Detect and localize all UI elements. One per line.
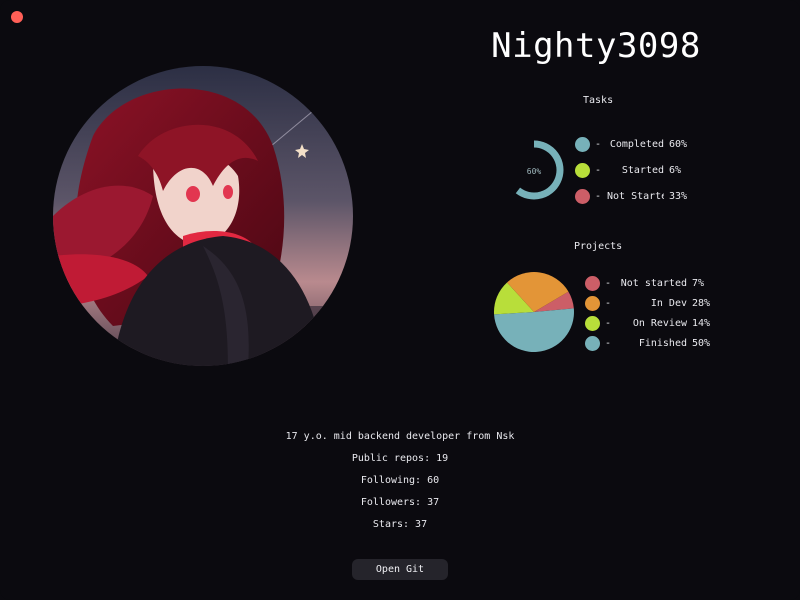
followers-text: Followers: 37 bbox=[360, 497, 440, 508]
legend-swatch bbox=[585, 295, 600, 311]
projects-legend-item-finished: - Finished 50% bbox=[585, 333, 710, 353]
tasks-donut-svg: 60% bbox=[515, 140, 564, 200]
legend-label: Started bbox=[621, 164, 664, 176]
legend-label: In Dev bbox=[650, 297, 687, 309]
projects-legend-item-on-review: - On Review 14% bbox=[585, 313, 710, 333]
projects-legend-item-not-started: - Not started 7% bbox=[585, 273, 710, 293]
legend-label: Not Started bbox=[607, 190, 664, 202]
following-text: Following: 60 bbox=[360, 475, 440, 486]
tasks-legend: - Completed 60% - Started 6% - Not Start… bbox=[575, 131, 687, 209]
projects-legend: - Not started 7% - In Dev 28% - On Revie… bbox=[585, 273, 710, 353]
tasks-title: Tasks bbox=[583, 95, 614, 106]
bio-text: 17 y.o. mid backend developer from Nsk bbox=[285, 431, 515, 442]
legend-percent: 28% bbox=[692, 297, 711, 309]
profile-info: 17 y.o. mid backend developer from Nsk P… bbox=[200, 430, 600, 540]
close-window-button[interactable] bbox=[11, 11, 23, 23]
pie-slice-finished bbox=[494, 308, 574, 353]
legend-dash: - bbox=[595, 164, 602, 176]
legend-percent: 60% bbox=[669, 138, 688, 150]
legend-swatch bbox=[575, 188, 590, 204]
legend-dash: - bbox=[595, 138, 602, 150]
projects-pie-svg bbox=[494, 272, 574, 353]
projects-title: Projects bbox=[574, 241, 623, 252]
tasks-legend-item-completed: - Completed 60% bbox=[575, 131, 687, 157]
projects-legend-item-in-dev: - In Dev 28% bbox=[585, 293, 710, 313]
legend-swatch bbox=[585, 335, 600, 351]
legend-percent: 6% bbox=[669, 164, 682, 176]
tasks-donut-center-label: 60% bbox=[527, 167, 542, 176]
tasks-donut-chart: 60% bbox=[510, 137, 566, 203]
tasks-legend-item-not-started: - Not Started 33% bbox=[575, 183, 687, 209]
tasks-legend-item-started: - Started 6% bbox=[575, 157, 687, 183]
projects-pie-chart bbox=[492, 270, 576, 354]
legend-dash: - bbox=[605, 297, 612, 309]
legend-dash: - bbox=[605, 337, 612, 349]
public-repos-text: Public repos: 19 bbox=[351, 453, 449, 464]
open-git-button[interactable]: Open Git bbox=[352, 559, 448, 580]
avatar bbox=[53, 66, 353, 366]
app-window: Nighty3098 Tasks 60% - Completed 60% - S… bbox=[0, 0, 800, 600]
legend-dash: - bbox=[605, 277, 612, 289]
avatar-image bbox=[53, 66, 353, 366]
legend-percent: 7% bbox=[692, 277, 705, 289]
legend-label: Completed bbox=[609, 138, 664, 150]
legend-dash: - bbox=[605, 317, 612, 329]
username-title: Nighty3098 bbox=[491, 26, 701, 66]
stars-text: Stars: 37 bbox=[372, 519, 428, 530]
legend-swatch bbox=[585, 275, 600, 291]
legend-swatch bbox=[575, 136, 590, 152]
legend-percent: 14% bbox=[692, 317, 711, 329]
legend-swatch bbox=[575, 162, 590, 178]
legend-percent: 50% bbox=[692, 337, 711, 349]
legend-label: Finished bbox=[638, 337, 687, 349]
legend-swatch bbox=[585, 315, 600, 331]
legend-label: Not started bbox=[620, 277, 687, 289]
legend-dash: - bbox=[595, 190, 602, 202]
legend-percent: 33% bbox=[669, 190, 688, 202]
legend-label: On Review bbox=[632, 317, 687, 329]
